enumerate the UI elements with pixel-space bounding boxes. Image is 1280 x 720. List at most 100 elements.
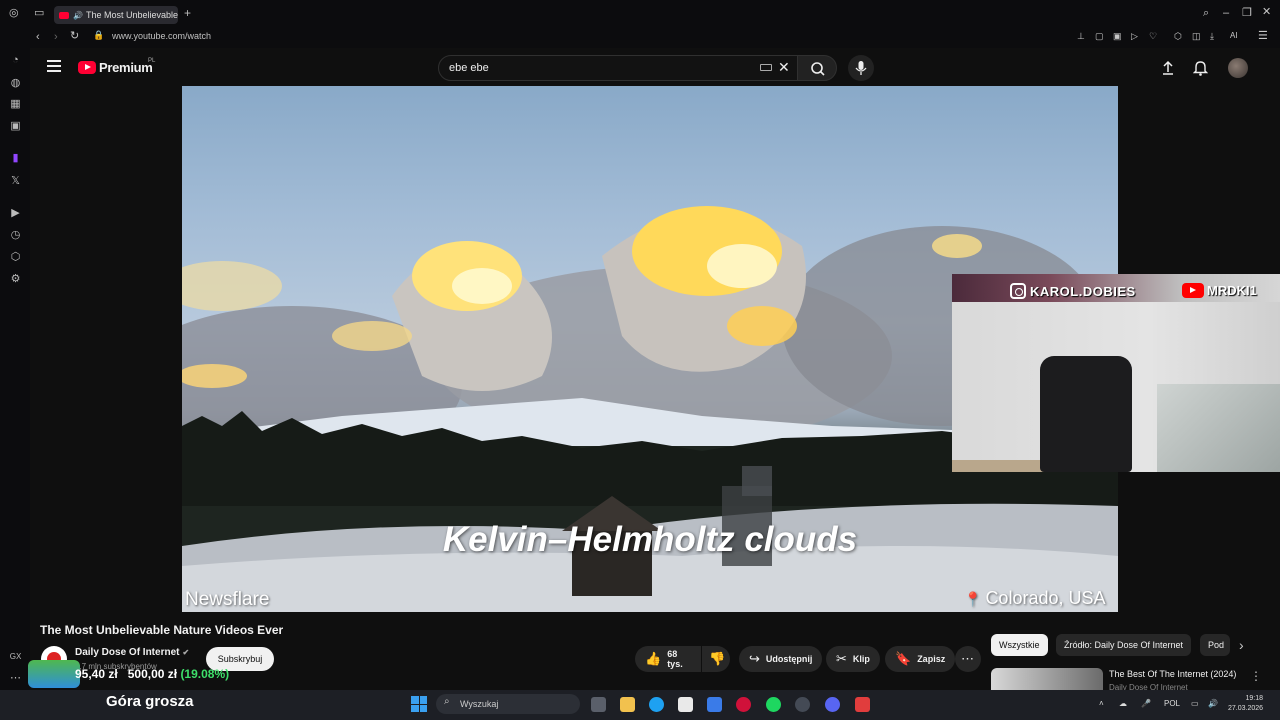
extensions-sidebar-icon[interactable]: ⬡	[9, 251, 22, 264]
youtube-logo[interactable]: Premium PL	[78, 58, 155, 75]
more-sidebar-icon[interactable]: ⋯	[9, 672, 22, 685]
bed-image	[1157, 384, 1280, 472]
extensions-icon[interactable]: ⬡	[1174, 32, 1182, 41]
twitch-icon[interactable]: ▮	[9, 152, 22, 165]
video-title: The Most Unbelievable Nature Videos Ever	[40, 623, 284, 637]
youtube-icon	[1182, 283, 1204, 298]
notifications-icon[interactable]	[1193, 60, 1208, 76]
tray-mic-icon[interactable]: 🎤	[1141, 699, 1151, 708]
search-button[interactable]	[797, 55, 837, 81]
task-view-icon[interactable]	[591, 697, 606, 712]
chip-source[interactable]: Źródło: Daily Dose Of Internet	[1056, 634, 1192, 656]
like-button[interactable]: 👍 68 tys.	[635, 646, 701, 672]
tab-title: The Most Unbelievable	[85, 10, 178, 20]
windows-start-icon[interactable]	[411, 696, 427, 712]
opera-gx-taskbar-icon[interactable]	[736, 697, 751, 712]
easy-setup-icon[interactable]: ☰	[1258, 31, 1268, 42]
history-icon[interactable]: ◷	[9, 229, 22, 242]
dislike-button[interactable]: 👎	[702, 646, 730, 672]
new-tab-icon[interactable]: +	[184, 6, 191, 20]
edge-icon[interactable]	[649, 697, 664, 712]
clip-button[interactable]: ✂ Klip	[826, 646, 880, 672]
shield-icon[interactable]: ▣	[1113, 32, 1122, 41]
url-text[interactable]: www.youtube.com/watch	[112, 31, 211, 41]
store-icon[interactable]	[678, 697, 693, 712]
settings-icon[interactable]: ⚙	[9, 273, 22, 286]
snapshot-icon[interactable]: ▢	[1095, 32, 1104, 41]
save-button[interactable]: 🔖 Zapisz	[885, 646, 956, 672]
mail-icon[interactable]	[707, 697, 722, 712]
forward-icon[interactable]: ›	[54, 32, 58, 43]
reload-icon[interactable]: ↻	[70, 31, 79, 42]
gx-store-icon[interactable]: ▦	[9, 98, 22, 111]
chip-more[interactable]: Pod	[1200, 634, 1230, 656]
player-icon[interactable]: ▷	[1131, 32, 1138, 41]
save-label: Zapisz	[917, 654, 946, 664]
recommendation-thumbnail[interactable]	[991, 668, 1103, 690]
ai-icon[interactable]: AI	[1230, 32, 1238, 40]
like-count: 68 tys.	[667, 649, 683, 669]
gx-control-icon[interactable]: ◔	[9, 54, 22, 67]
search-value: ebe ebe	[449, 62, 489, 74]
tray-chevron-icon[interactable]: ˄	[1099, 699, 1104, 708]
taskbar-clock[interactable]: 19:18 27.03.2026	[1228, 694, 1263, 714]
gx-corner-icon[interactable]: ◍	[9, 77, 22, 90]
search-tabs-icon[interactable]: ⌕	[1203, 8, 1209, 19]
chip-all[interactable]: Wszystkie	[991, 634, 1048, 656]
clock-date: 27.03.2026	[1228, 705, 1264, 712]
x-icon[interactable]: 𝕏	[9, 175, 22, 188]
hamburger-menu-icon[interactable]	[47, 60, 61, 72]
stock-change: (19.08%)	[180, 667, 230, 681]
clear-search-icon[interactable]: ✕	[778, 59, 790, 76]
messenger-icon[interactable]: ▣	[9, 120, 22, 133]
upload-icon[interactable]	[1161, 60, 1175, 76]
steam-icon[interactable]	[795, 697, 810, 712]
widget-label[interactable]: Góra grosza	[106, 693, 194, 710]
voice-search-button[interactable]	[848, 55, 874, 81]
keyboard-icon[interactable]	[760, 64, 772, 71]
maximize-icon[interactable]: ❐	[1242, 8, 1252, 19]
pin-icon[interactable]: ⊥	[1077, 32, 1085, 41]
chevron-right-icon[interactable]: ›	[1239, 638, 1244, 652]
taskbar-search[interactable]	[436, 694, 580, 714]
network-icon[interactable]: ▭	[1191, 699, 1199, 708]
speaker-icon[interactable]: 🔊	[73, 11, 83, 20]
volume-icon[interactable]: 🔊	[1208, 699, 1218, 708]
verified-icon: ✔	[182, 648, 190, 657]
heart-icon[interactable]: ♡	[1149, 32, 1157, 41]
minimize-icon[interactable]: –	[1223, 8, 1229, 19]
share-icon: ↪	[749, 651, 760, 666]
opera-gx-icon[interactable]: ◎	[9, 8, 19, 19]
bookmark-icon: 🔖	[895, 651, 912, 666]
discord-icon[interactable]	[825, 697, 840, 712]
browser-titlebar	[0, 0, 1280, 28]
browser-tab[interactable]: 🔊 The Most Unbelievable	[54, 6, 178, 24]
more-actions-button[interactable]: ⋯	[955, 646, 981, 672]
download-icon[interactable]: ⤓	[1210, 32, 1214, 41]
instagram-handle: KAROL.DOBIES	[1010, 283, 1136, 299]
tab-switcher-icon[interactable]: ▭	[34, 8, 44, 19]
file-explorer-icon[interactable]	[620, 697, 635, 712]
player-sidebar-icon[interactable]: ▶	[9, 207, 22, 220]
close-window-icon[interactable]: ✕	[1262, 7, 1271, 18]
clock-time: 19:18	[1245, 695, 1264, 702]
app-icon[interactable]	[855, 697, 870, 712]
back-icon[interactable]: ‹	[36, 32, 40, 43]
taskbar-search-placeholder: Wyszukaj	[460, 699, 499, 709]
search-input[interactable]	[438, 55, 798, 81]
gx-label-icon: GX	[9, 652, 22, 661]
tray-cloud-icon[interactable]: ☁	[1119, 699, 1127, 708]
recommendation-title[interactable]: The Best Of The Internet (2024)	[1109, 669, 1236, 679]
recommendation-menu-icon[interactable]: ⋮	[1250, 670, 1262, 682]
share-label: Udostępnij	[765, 654, 813, 664]
wallet-icon[interactable]: ◫	[1192, 32, 1201, 41]
account-avatar[interactable]	[1228, 58, 1248, 78]
thumbs-down-icon: 👎	[709, 651, 726, 666]
channel-name[interactable]: Daily Dose Of Internet ✔	[75, 647, 189, 658]
logo-text: Premium	[99, 60, 153, 75]
more-icon: ⋯	[961, 651, 974, 666]
stock-ticker: 95,40 zł 500,00 zł (19.08%)	[75, 667, 229, 681]
language-indicator[interactable]: POL	[1164, 699, 1180, 708]
share-button[interactable]: ↪ Udostępnij	[739, 646, 823, 672]
spotify-icon[interactable]	[766, 697, 781, 712]
